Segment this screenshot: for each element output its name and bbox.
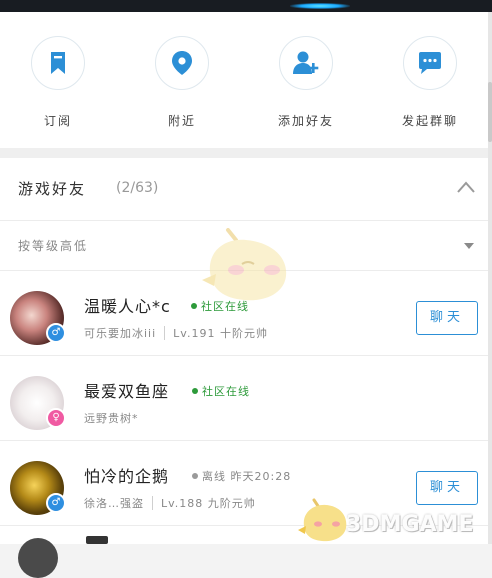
add-friend-label: 添加好友 [277, 114, 334, 128]
friend-name[interactable]: 最爱双鱼座 [84, 378, 169, 402]
status-offline: 离线 昨天20:28 [192, 468, 291, 484]
game-nickname: 徐洛…强盗 [84, 497, 144, 510]
sort-label: 按等级高低 [18, 239, 89, 253]
game-friends-group-header[interactable]: 游戏好友 (2/63) [0, 158, 488, 221]
quick-actions-bar: 订阅 附近 添加好友 发起群聊 [0, 12, 492, 148]
friend-name-partial [86, 536, 108, 544]
friends-panel: 游戏好友 (2/63) 按等级高低 ♂ 温暖人心*c 社区在线 可乐要加冰iii… [0, 158, 488, 544]
friend-subline: 可乐要加冰iii Lv.191 十阶元帅 [84, 325, 268, 341]
status-text: 社区在线 [202, 385, 250, 398]
male-gender-icon: ♂ [46, 493, 66, 513]
friend-name[interactable]: 怕冷的企鹅 [84, 463, 169, 487]
divider [152, 496, 153, 510]
nearby-circle [155, 36, 209, 90]
subscribe-label: 订阅 [43, 114, 72, 128]
status-glow [290, 3, 350, 9]
friend-name[interactable]: 温暖人心*c [84, 293, 171, 317]
add-friend-button[interactable]: 添加好友 [251, 36, 361, 129]
group-chat-button[interactable]: 发起群聊 [375, 36, 485, 129]
status-text: 离线 昨天20:28 [202, 470, 292, 483]
group-title: 游戏好友 [18, 180, 87, 198]
nearby-button[interactable]: 附近 [127, 36, 237, 129]
chat-button[interactable]: 聊天 [416, 301, 478, 335]
divider [164, 326, 166, 340]
top-bar [0, 0, 492, 12]
game-nickname: 远野贵树* [84, 412, 139, 425]
friend-row[interactable]: ♀ 最爱双鱼座 社区在线 远野贵树* [0, 356, 488, 441]
level-rank: Lv.188 九阶元帅 [161, 497, 256, 510]
bookmark-icon [51, 52, 65, 74]
add-friend-icon [293, 51, 319, 74]
chat-button[interactable]: 聊天 [416, 471, 478, 505]
game-nickname: 可乐要加冰iii [84, 327, 157, 340]
online-dot-icon [192, 388, 198, 394]
scrollbar[interactable] [488, 12, 492, 544]
add-friend-circle [279, 36, 333, 90]
chevron-up-icon[interactable] [456, 180, 476, 194]
nearby-label: 附近 [167, 114, 196, 128]
avatar [18, 538, 58, 578]
friend-subline: 徐洛…强盗 Lv.188 九阶元帅 [84, 495, 256, 511]
group-chat-icon [419, 52, 441, 74]
group-chat-circle [403, 36, 457, 90]
level-rank: Lv.191 十阶元帅 [173, 327, 268, 340]
male-gender-icon: ♂ [46, 323, 66, 343]
online-dot-icon [191, 303, 197, 309]
friend-subline: 远野贵树* [84, 410, 139, 426]
offline-dot-icon [192, 473, 198, 479]
subscribe-button[interactable]: 订阅 [3, 36, 113, 129]
watermark-mascot-icon [202, 228, 287, 301]
dropdown-arrow-icon [464, 243, 474, 249]
scrollbar-thumb[interactable] [488, 82, 492, 142]
watermark-logo-icon [298, 498, 347, 542]
location-pin-icon [172, 51, 192, 75]
section-divider [0, 148, 492, 158]
subscribe-circle [31, 36, 85, 90]
group-chat-label: 发起群聊 [401, 114, 458, 128]
watermark-text: 3DMGAME [346, 512, 474, 537]
status-online: 社区在线 [192, 383, 250, 399]
group-count: (2/63) [116, 180, 159, 196]
female-gender-icon: ♀ [46, 408, 66, 428]
